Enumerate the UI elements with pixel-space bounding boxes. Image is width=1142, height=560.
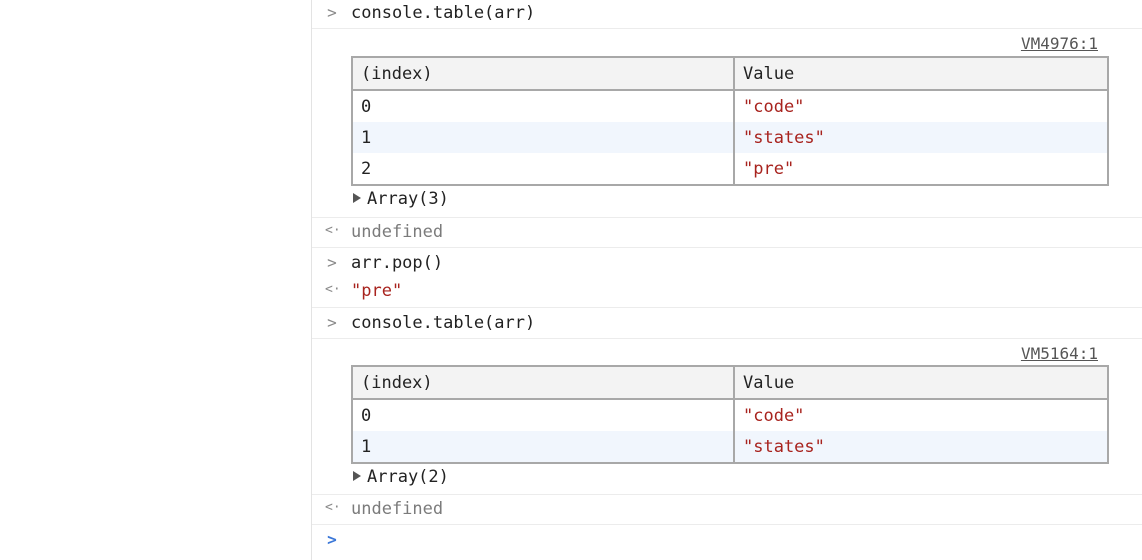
- table-header-row: (index) Value: [352, 57, 1108, 91]
- array-expander[interactable]: Array(2): [353, 467, 449, 487]
- output-arrow-icon: <·: [325, 223, 341, 238]
- command-text: console.table(arr): [351, 3, 536, 23]
- column-header-value[interactable]: Value: [733, 366, 1108, 400]
- prompt-chevron-icon: >: [327, 530, 337, 549]
- row-value: "states": [733, 431, 1108, 463]
- input-chevron-icon: >: [327, 3, 337, 22]
- column-header-index[interactable]: (index): [352, 57, 734, 91]
- console-result-line: <· "pre": [312, 277, 1142, 308]
- input-chevron-icon: >: [327, 253, 337, 272]
- output-arrow-icon: <·: [325, 282, 341, 297]
- result-text: undefined: [351, 222, 444, 242]
- row-index: 1: [352, 122, 734, 153]
- table-row: 1 "states": [352, 431, 1108, 463]
- console-table-output: VM4976:1 (index) Value 0 "code" 1 "state…: [312, 29, 1142, 218]
- array-expander[interactable]: Array(3): [353, 189, 449, 209]
- input-chevron-icon: >: [327, 313, 337, 332]
- console-table: (index) Value 0 "code" 1 "states": [351, 365, 1109, 464]
- row-value: "code": [733, 90, 1108, 122]
- table-row: 0 "code": [352, 399, 1108, 431]
- console-table-output: VM5164:1 (index) Value 0 "code" 1 "state…: [312, 339, 1142, 495]
- column-header-index[interactable]: (index): [352, 366, 734, 400]
- table-header-row: (index) Value: [352, 366, 1108, 400]
- row-value: "states": [733, 122, 1108, 153]
- output-arrow-icon: <·: [325, 500, 341, 515]
- console-prompt-input[interactable]: >: [312, 525, 1142, 560]
- row-index: 2: [352, 153, 734, 185]
- left-empty-pane: [0, 0, 311, 560]
- expand-triangle-icon: [353, 471, 361, 481]
- row-index: 0: [352, 399, 734, 431]
- command-text: console.table(arr): [351, 313, 536, 333]
- row-value: "code": [733, 399, 1108, 431]
- command-text: arr.pop(): [351, 253, 444, 273]
- console-result-line: <· undefined: [312, 218, 1142, 248]
- console-input-line[interactable]: > console.table(arr): [312, 0, 1142, 29]
- console-panel: > console.table(arr) VM4976:1 (index) Va…: [312, 0, 1142, 560]
- result-text: "pre": [351, 281, 403, 301]
- row-index: 1: [352, 431, 734, 463]
- expand-triangle-icon: [353, 193, 361, 203]
- console-table: (index) Value 0 "code" 1 "states" 2 "pre…: [351, 56, 1109, 186]
- console-input-line[interactable]: > console.table(arr): [312, 308, 1142, 339]
- expander-label: Array(3): [367, 189, 449, 209]
- table-row: 0 "code": [352, 90, 1108, 122]
- console-input-line[interactable]: > arr.pop(): [312, 248, 1142, 277]
- source-link[interactable]: VM5164:1: [1021, 344, 1098, 363]
- column-header-value[interactable]: Value: [733, 57, 1108, 91]
- source-link[interactable]: VM4976:1: [1021, 34, 1098, 53]
- row-value: "pre": [733, 153, 1108, 185]
- result-text: undefined: [351, 499, 444, 519]
- expander-label: Array(2): [367, 467, 449, 487]
- table-row: 1 "states": [352, 122, 1108, 153]
- table-row: 2 "pre": [352, 153, 1108, 185]
- row-index: 0: [352, 90, 734, 122]
- console-result-line: <· undefined: [312, 495, 1142, 525]
